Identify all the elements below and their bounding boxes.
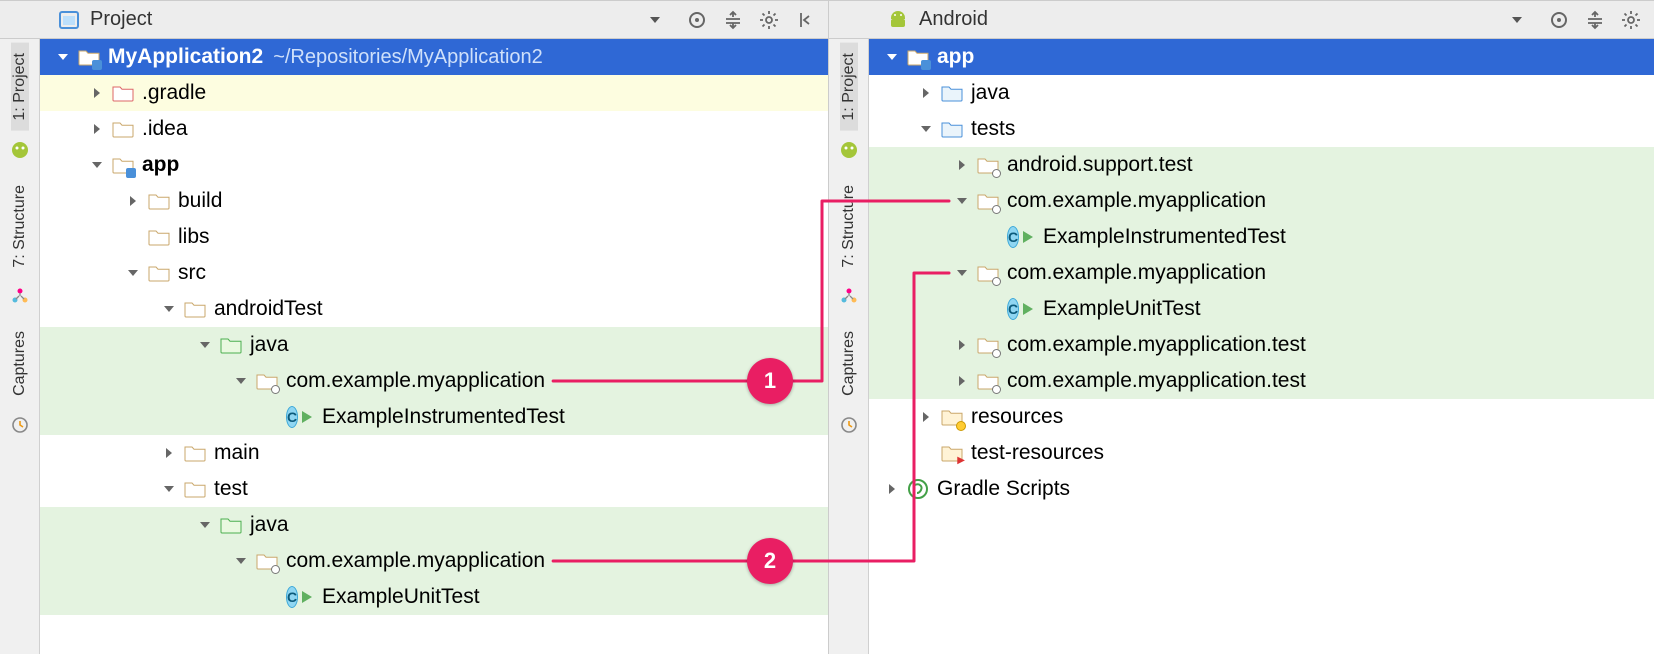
callout-connectors <box>0 0 1654 654</box>
callout-2: 2 <box>747 538 793 584</box>
callout-1: 1 <box>747 358 793 404</box>
